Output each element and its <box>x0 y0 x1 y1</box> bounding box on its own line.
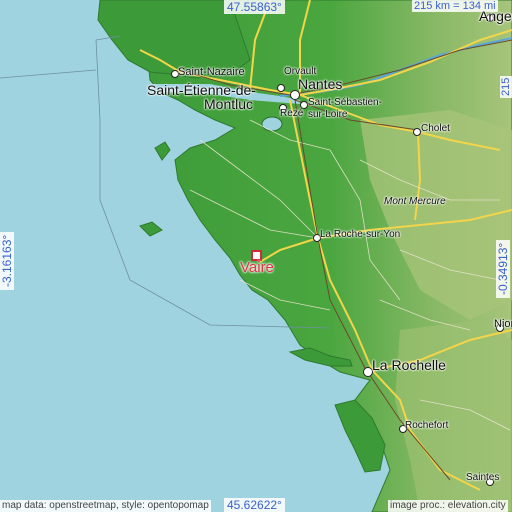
city-label-saint-nazaire: Saint-Nazaire <box>178 66 245 78</box>
city-label-saintes: Saintes <box>466 472 500 483</box>
coord-top: 47.55863° <box>224 0 285 14</box>
credit-data: map data: openstreetmap, style: opentopo… <box>0 500 211 512</box>
lac-de-grand-lieu <box>261 116 283 132</box>
city-label-mont-mercure: Mont Mercure <box>384 196 446 207</box>
city-label-saint-etienne-2: Montluc <box>204 96 254 112</box>
scale-vertical: 215 km = 134 mi <box>500 75 512 98</box>
city-dot-orvault <box>277 84 285 92</box>
city-label-cholet: Cholet <box>421 123 450 134</box>
coord-right: -0.34913° <box>496 239 510 298</box>
coord-left: -3.16163° <box>0 231 14 290</box>
city-label-rochefort: Rochefort <box>405 420 449 431</box>
city-label-saint-sebastien-1: Saint-Sébastien- <box>308 97 382 108</box>
city-label-reze: Rezé <box>280 108 304 119</box>
place-label-vaire: Vaire <box>240 259 274 276</box>
city-label-la-rochelle: La Rochelle <box>372 357 446 373</box>
city-label-saint-sebastien-2: sur-Loire <box>308 109 348 120</box>
city-label-nantes: Nantes <box>298 76 343 92</box>
map-view[interactable]: 47.55863° 45.62622° -3.16163° -0.34913° … <box>0 0 512 512</box>
city-dot-cholet <box>413 128 421 136</box>
coord-bottom: 45.62622° <box>224 498 285 512</box>
city-label-niort: Niort <box>494 318 512 330</box>
city-label-angers: Angers <box>479 8 512 24</box>
credit-image: image proc.: elevation.city <box>388 500 508 512</box>
city-label-la-roche-sur-yon: La Roche-sur-Yon <box>320 229 401 240</box>
